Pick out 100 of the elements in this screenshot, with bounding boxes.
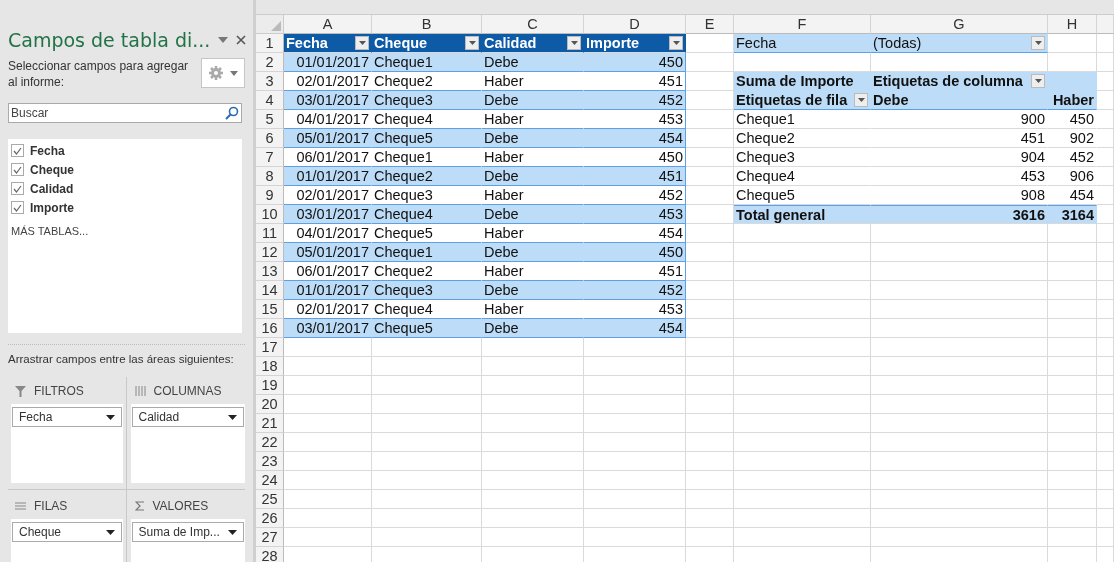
column-header[interactable]: H bbox=[1048, 15, 1097, 34]
field-label[interactable]: Fecha bbox=[30, 143, 65, 158]
empty-cell[interactable] bbox=[1097, 224, 1114, 243]
row-header[interactable]: 7 bbox=[256, 148, 284, 167]
row-header[interactable]: 27 bbox=[256, 528, 284, 547]
empty-cell[interactable] bbox=[584, 509, 686, 528]
empty-cell[interactable] bbox=[1048, 471, 1097, 490]
empty-cell[interactable] bbox=[734, 509, 871, 528]
empty-cell[interactable] bbox=[584, 376, 686, 395]
row-header[interactable]: 19 bbox=[256, 376, 284, 395]
empty-cell[interactable] bbox=[372, 528, 482, 547]
empty-cell[interactable] bbox=[686, 338, 734, 357]
empty-cell[interactable] bbox=[482, 433, 584, 452]
empty-cell[interactable] bbox=[686, 509, 734, 528]
row-header[interactable]: 10 bbox=[256, 205, 284, 224]
empty-cell[interactable] bbox=[584, 528, 686, 547]
caret-icon[interactable] bbox=[218, 37, 229, 43]
area-field-dropdown[interactable]: Suma de Imp... bbox=[131, 522, 244, 542]
empty-cell[interactable] bbox=[1097, 528, 1114, 547]
empty-cell[interactable] bbox=[734, 471, 871, 490]
empty-cell[interactable] bbox=[1097, 110, 1114, 129]
row-header[interactable]: 25 bbox=[256, 490, 284, 509]
empty-cell[interactable] bbox=[686, 357, 734, 376]
empty-cell[interactable] bbox=[1048, 433, 1097, 452]
empty-cell[interactable] bbox=[372, 471, 482, 490]
empty-cell[interactable] bbox=[482, 528, 584, 547]
empty-cell[interactable] bbox=[1048, 300, 1097, 319]
empty-cell[interactable] bbox=[584, 433, 686, 452]
field-label[interactable]: Cheque bbox=[30, 162, 74, 177]
row-header[interactable]: 16 bbox=[256, 319, 284, 338]
empty-cell[interactable] bbox=[734, 262, 871, 281]
empty-cell[interactable] bbox=[871, 433, 1048, 452]
row-header[interactable]: 17 bbox=[256, 338, 284, 357]
empty-cell[interactable] bbox=[372, 395, 482, 414]
row-header[interactable]: 21 bbox=[256, 414, 284, 433]
empty-cell[interactable] bbox=[686, 490, 734, 509]
filter-dropdown-button[interactable] bbox=[567, 36, 581, 50]
empty-cell[interactable] bbox=[1097, 509, 1114, 528]
empty-cell[interactable] bbox=[734, 414, 871, 433]
empty-cell[interactable] bbox=[734, 452, 871, 471]
column-header[interactable]: F bbox=[734, 15, 871, 34]
row-header[interactable]: 18 bbox=[256, 357, 284, 376]
empty-cell[interactable] bbox=[584, 357, 686, 376]
empty-cell[interactable] bbox=[372, 452, 482, 471]
empty-cell[interactable] bbox=[372, 357, 482, 376]
empty-cell[interactable] bbox=[686, 262, 734, 281]
empty-cell[interactable] bbox=[482, 414, 584, 433]
empty-cell[interactable] bbox=[1097, 319, 1114, 338]
empty-cell[interactable] bbox=[686, 376, 734, 395]
empty-cell[interactable] bbox=[871, 224, 1048, 243]
more-tables-link[interactable]: MÁS TABLAS... bbox=[11, 225, 89, 237]
empty-cell[interactable] bbox=[1097, 186, 1114, 205]
empty-cell[interactable] bbox=[584, 471, 686, 490]
empty-cell[interactable] bbox=[1097, 281, 1114, 300]
empty-cell[interactable] bbox=[871, 376, 1048, 395]
empty-cell[interactable] bbox=[1097, 357, 1114, 376]
empty-cell[interactable] bbox=[1048, 262, 1097, 281]
filter-dropdown-button[interactable] bbox=[355, 36, 369, 50]
row-header[interactable]: 15 bbox=[256, 300, 284, 319]
empty-cell[interactable] bbox=[871, 471, 1048, 490]
empty-cell[interactable] bbox=[1048, 414, 1097, 433]
empty-cell[interactable] bbox=[482, 490, 584, 509]
empty-cell[interactable] bbox=[482, 376, 584, 395]
empty-cell[interactable] bbox=[734, 490, 871, 509]
field-label[interactable]: Importe bbox=[30, 200, 74, 215]
empty-cell[interactable] bbox=[372, 433, 482, 452]
empty-cell[interactable] bbox=[1097, 452, 1114, 471]
area-field-dropdown[interactable]: Cheque bbox=[12, 522, 122, 542]
empty-cell[interactable] bbox=[372, 376, 482, 395]
row-header[interactable]: 11 bbox=[256, 224, 284, 243]
empty-cell[interactable] bbox=[1097, 72, 1114, 91]
empty-cell[interactable] bbox=[1048, 509, 1097, 528]
empty-cell[interactable] bbox=[482, 452, 584, 471]
row-header[interactable]: 5 bbox=[256, 110, 284, 129]
empty-cell[interactable] bbox=[584, 490, 686, 509]
checkbox[interactable] bbox=[11, 201, 24, 214]
empty-cell[interactable] bbox=[1048, 319, 1097, 338]
empty-cell[interactable] bbox=[871, 262, 1048, 281]
column-header[interactable]: B bbox=[372, 15, 482, 34]
empty-cell[interactable] bbox=[1097, 376, 1114, 395]
empty-cell[interactable] bbox=[584, 414, 686, 433]
row-header[interactable]: 23 bbox=[256, 452, 284, 471]
checkbox[interactable] bbox=[11, 163, 24, 176]
settings-button[interactable] bbox=[201, 58, 245, 88]
area-field-dropdown[interactable]: Calidad bbox=[131, 407, 244, 427]
row-header[interactable]: 26 bbox=[256, 509, 284, 528]
empty-cell[interactable] bbox=[372, 338, 482, 357]
empty-cell[interactable] bbox=[686, 300, 734, 319]
empty-cell[interactable] bbox=[482, 509, 584, 528]
empty-cell[interactable] bbox=[871, 281, 1048, 300]
row-header[interactable]: 14 bbox=[256, 281, 284, 300]
empty-cell[interactable] bbox=[734, 224, 871, 243]
empty-cell[interactable] bbox=[734, 243, 871, 262]
filter-dropdown-button[interactable] bbox=[854, 93, 868, 107]
empty-cell[interactable] bbox=[734, 395, 871, 414]
empty-cell[interactable] bbox=[734, 338, 871, 357]
filter-dropdown-button[interactable] bbox=[465, 36, 479, 50]
empty-cell[interactable] bbox=[1097, 167, 1114, 186]
empty-cell[interactable] bbox=[871, 300, 1048, 319]
empty-cell[interactable] bbox=[1048, 528, 1097, 547]
